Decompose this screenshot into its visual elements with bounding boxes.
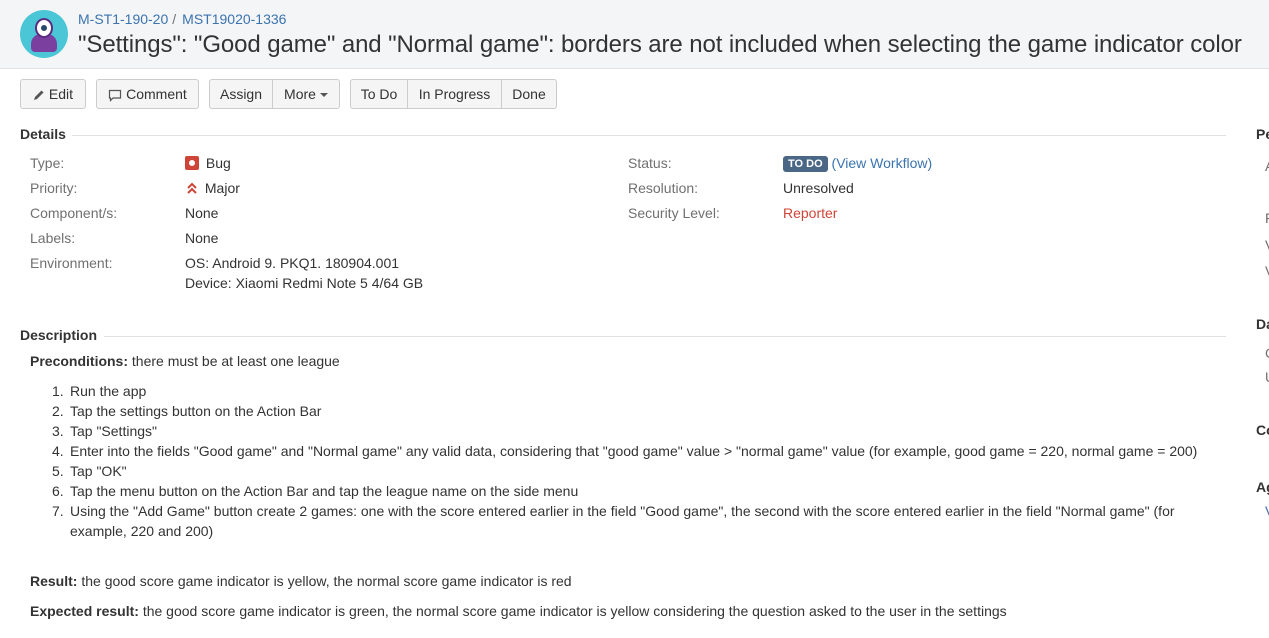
step-text: Tap the settings button on the Action Ba… xyxy=(70,403,322,419)
result-text: the good score game indicator is yellow,… xyxy=(77,573,572,589)
preconditions-label: Preconditions: xyxy=(30,353,129,369)
labels-label: Labels: xyxy=(30,230,76,246)
step-text: Enter into the fields "Good game" and "N… xyxy=(70,443,1198,459)
side-fragment[interactable]: V xyxy=(1265,503,1269,519)
security-level-label: Security Level: xyxy=(628,205,720,221)
step-number: 6. xyxy=(52,483,64,499)
side-fragment: V xyxy=(1265,237,1269,253)
preconditions-text: there must be at least one league xyxy=(128,353,340,369)
side-fragment: A xyxy=(1265,158,1269,174)
details-heading[interactable]: Details xyxy=(20,126,66,142)
resolution-value: Unresolved xyxy=(783,180,854,196)
status-badge: TO DO xyxy=(783,156,828,172)
priority-label: Priority: xyxy=(30,180,78,196)
edit-label: Edit xyxy=(48,86,73,102)
step-text: Using the "Add Game" button create 2 gam… xyxy=(70,503,1175,539)
priority-text: Major xyxy=(204,180,240,196)
breadcrumb-issue-link[interactable]: MST19020-1336 xyxy=(182,11,286,27)
step-text: Tap the menu button on the Action Bar an… xyxy=(70,483,579,499)
step-text: Run the app xyxy=(70,383,147,399)
step-number: 1. xyxy=(52,383,64,399)
more-button[interactable]: More xyxy=(272,79,340,109)
view-workflow-link[interactable]: View Workflow xyxy=(836,155,927,171)
dates-heading[interactable]: Da xyxy=(1256,316,1269,332)
step-text: Tap "Settings" xyxy=(70,423,157,439)
assign-button[interactable]: Assign xyxy=(209,79,273,109)
view-workflow-close-paren: ) xyxy=(927,155,933,171)
result-paragraph: Result: the good score game indicator is… xyxy=(30,571,1200,591)
type-label: Type: xyxy=(30,155,65,171)
done-button[interactable]: Done xyxy=(501,79,557,109)
labels-value[interactable]: None xyxy=(185,230,218,246)
breadcrumb: M-ST1-190-20/MST19020-1336 xyxy=(78,11,287,27)
comment-button[interactable]: Comment xyxy=(96,79,199,109)
description-heading[interactable]: Description xyxy=(20,327,97,343)
description-divider xyxy=(104,336,1226,337)
components-value[interactable]: None xyxy=(185,205,218,221)
comment-icon xyxy=(109,89,122,102)
expected-result-label: Expected result: xyxy=(30,603,139,619)
step-number: 5. xyxy=(52,463,64,479)
edit-button[interactable]: Edit xyxy=(20,79,86,109)
environment-line1[interactable]: OS: Android 9. PKQ1. 180904.001 xyxy=(185,255,399,271)
side-fragment: F xyxy=(1265,210,1269,226)
priority-value: Major xyxy=(185,180,240,196)
list-item: 1. Run the app xyxy=(52,381,1202,401)
pencil-icon xyxy=(33,90,44,101)
resolution-label: Resolution: xyxy=(628,180,699,196)
collaborators-heading[interactable]: Co xyxy=(1256,422,1269,438)
more-label: More xyxy=(284,86,316,102)
components-label: Component/s: xyxy=(30,205,118,221)
list-item: 7. Using the "Add Game" button create 2 g… xyxy=(52,501,1202,541)
list-item: 3. Tap "Settings" xyxy=(52,421,1202,441)
issue-header: M-ST1-190-20/MST19020-1336 "Settings": "… xyxy=(0,0,1269,69)
step-number: 2. xyxy=(52,403,64,419)
bug-icon xyxy=(185,156,199,170)
side-fragment: V xyxy=(1265,263,1269,279)
in-progress-button[interactable]: In Progress xyxy=(407,79,502,109)
expected-result-text: the good score game indicator is green, … xyxy=(138,603,1007,619)
type-text: Bug xyxy=(205,155,231,171)
environment-line2[interactable]: Device: Xiaomi Redmi Note 5 4/64 GB xyxy=(185,275,423,291)
side-fragment: U xyxy=(1265,369,1269,385)
priority-major-icon xyxy=(187,182,197,194)
result-label: Result: xyxy=(30,573,78,589)
to-do-button[interactable]: To Do xyxy=(350,79,408,109)
breadcrumb-project-link[interactable]: M-ST1-190-20 xyxy=(78,11,168,27)
project-avatar-icon[interactable] xyxy=(20,10,68,58)
agile-heading[interactable]: Ag xyxy=(1256,479,1269,495)
details-divider xyxy=(72,135,1226,136)
issue-title[interactable]: "Settings": "Good game" and "Normal game… xyxy=(78,31,1242,59)
status-value: TO DO (View Workflow) xyxy=(783,155,932,172)
step-number: 3. xyxy=(52,423,64,439)
steps-list: 1. Run the app 2. Tap the settings button … xyxy=(52,381,1202,541)
security-level-value[interactable]: Reporter xyxy=(783,205,837,221)
people-heading[interactable]: Pe xyxy=(1256,126,1269,142)
list-item: 6. Tap the menu button on the Action Bar … xyxy=(52,481,1202,501)
preconditions-paragraph: Preconditions: there must be at least on… xyxy=(30,351,1200,371)
step-number: 4. xyxy=(52,443,64,459)
list-item: 2. Tap the settings button on the Action … xyxy=(52,401,1202,421)
expected-result-paragraph: Expected result: the good score game ind… xyxy=(30,601,1200,621)
environment-label: Environment: xyxy=(30,255,113,271)
type-value: Bug xyxy=(185,155,231,171)
comment-label: Comment xyxy=(126,86,187,102)
list-item: 5. Tap "OK" xyxy=(52,461,1202,481)
step-text: Tap "OK" xyxy=(70,463,127,479)
chevron-down-icon xyxy=(319,93,328,98)
step-number: 7. xyxy=(52,503,64,519)
side-fragment: C xyxy=(1265,345,1269,361)
list-item: 4. Enter into the fields "Good game" and … xyxy=(52,441,1202,461)
status-label: Status: xyxy=(628,155,672,171)
